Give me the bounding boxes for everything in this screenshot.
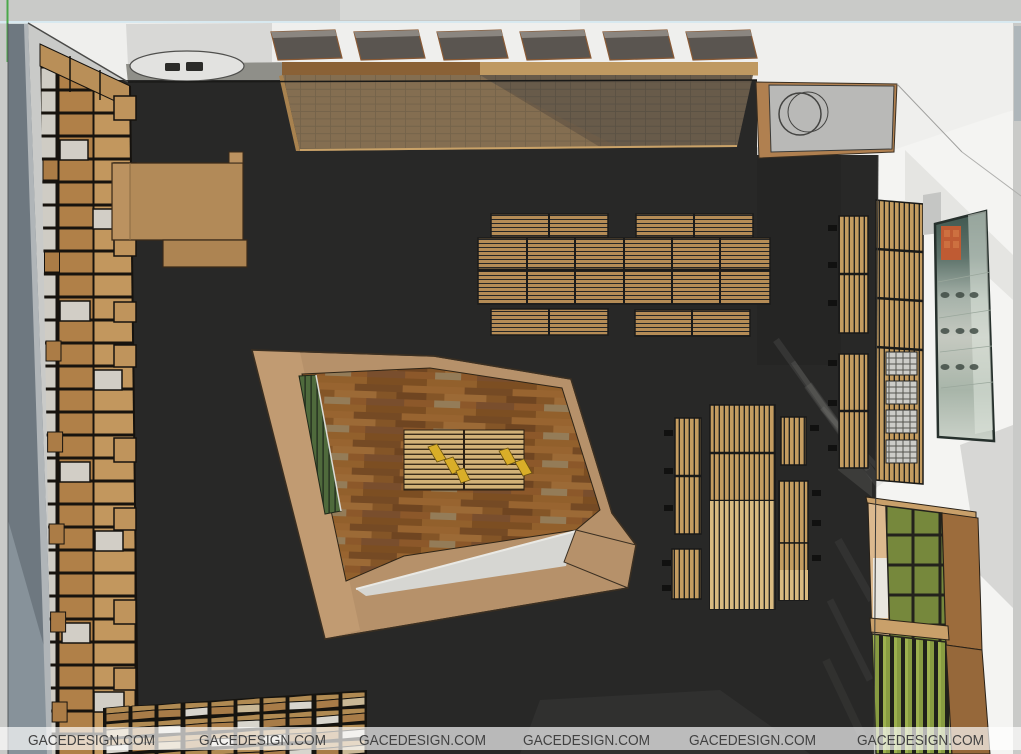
svg-text:GACEDESIGN.COM: GACEDESIGN.COM — [689, 732, 816, 749]
svg-text:GACEDESIGN.COM: GACEDESIGN.COM — [857, 732, 984, 749]
svg-text:GACEDESIGN.COM: GACEDESIGN.COM — [359, 732, 486, 749]
svg-text:GACEDESIGN.COM: GACEDESIGN.COM — [199, 732, 326, 749]
svg-text:GACEDESIGN.COM: GACEDESIGN.COM — [28, 732, 155, 749]
svg-text:GACEDESIGN.COM: GACEDESIGN.COM — [523, 732, 650, 749]
